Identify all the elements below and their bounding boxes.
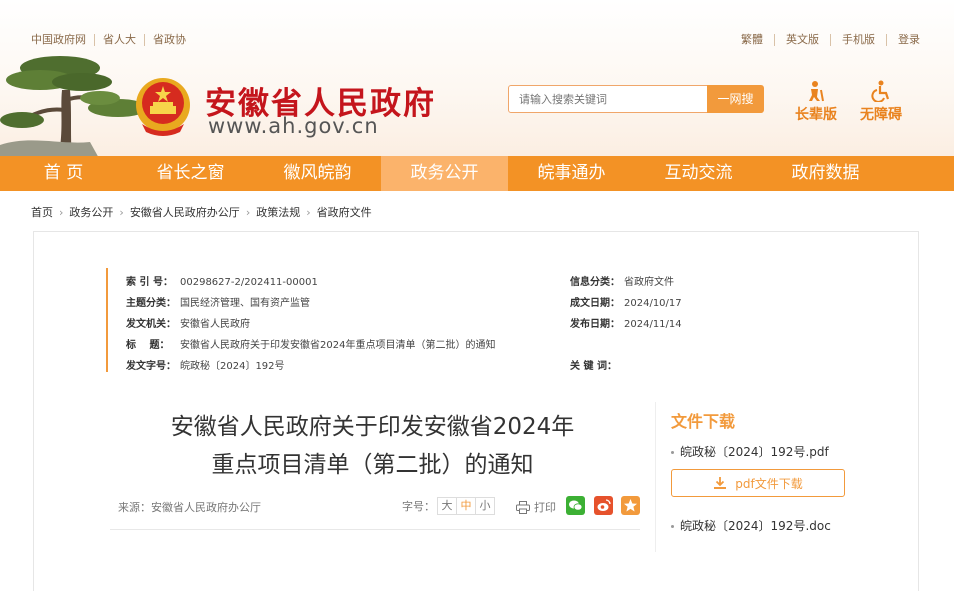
pdf-download-button[interactable]: pdf文件下载 bbox=[671, 469, 845, 497]
printer-icon bbox=[516, 500, 530, 514]
breadcrumb-policies[interactable]: 政策法规 bbox=[256, 204, 300, 220]
sidebar-divider bbox=[655, 402, 656, 552]
download-icon bbox=[714, 477, 727, 489]
national-emblem-icon bbox=[136, 78, 190, 136]
top-links-left: 中国政府网 省人大 省政协 bbox=[31, 34, 194, 46]
document-title-line2: 重点项目清单（第二批）的通知 bbox=[211, 452, 534, 478]
site-url: www.ah.gov.cn bbox=[208, 114, 379, 138]
nav-interaction[interactable]: 互动交流 bbox=[635, 156, 762, 191]
pdf-file-link[interactable]: 皖政秘〔2024〕192号.pdf bbox=[671, 443, 829, 460]
link-provincial-congress[interactable]: 省人大 bbox=[94, 34, 144, 46]
wheelchair-icon bbox=[871, 80, 890, 102]
breadcrumb-provincial-docs[interactable]: 省政府文件 bbox=[317, 204, 372, 220]
pdf-file-name: 皖政秘〔2024〕192号.pdf bbox=[680, 445, 829, 459]
weibo-share-icon[interactable] bbox=[594, 496, 613, 515]
meta-title: 标 题： 安徽省人民政府关于印发安徽省2024年重点项目清单（第二批）的通知 bbox=[126, 340, 496, 351]
site-header: 中国政府网 省人大 省政协 繁體 英文版 手机版 登录 安徽省人民政府 www.… bbox=[0, 0, 954, 156]
meta-published-date: 发布日期： 2024/11/14 bbox=[570, 319, 682, 330]
font-size-label: 字号： bbox=[402, 500, 435, 513]
document-metadata: 索 引 号： 00298627-2/202411-00001 主题分类： 国民经济管… bbox=[106, 268, 808, 372]
meta-keywords: 关 键 词： bbox=[570, 361, 617, 372]
print-button[interactable]: 打印 bbox=[516, 499, 556, 515]
main-nav: 首 页 省长之窗 徽风皖韵 政务公开 皖事通办 互动交流 政府数据 bbox=[0, 156, 954, 191]
wechat-share-icon[interactable] bbox=[566, 496, 585, 515]
chevron-right-icon: › bbox=[306, 205, 311, 219]
nav-home[interactable]: 首 页 bbox=[0, 156, 127, 191]
meta-written-date: 成文日期： 2024/10/17 bbox=[570, 298, 682, 309]
search-button[interactable]: 一网搜 bbox=[707, 85, 764, 113]
print-label: 打印 bbox=[534, 501, 556, 514]
font-size-medium[interactable]: 中 bbox=[456, 497, 476, 515]
chevron-right-icon: › bbox=[245, 205, 251, 219]
accessibility-button[interactable]: 无障碍 bbox=[851, 80, 911, 124]
meta-doc-number: 发文字号： 皖政秘〔2024〕192号 bbox=[126, 361, 285, 372]
title-divider bbox=[110, 529, 640, 530]
doc-file-name: 皖政秘〔2024〕192号.doc bbox=[680, 519, 831, 533]
search-box bbox=[508, 85, 708, 113]
search-input[interactable] bbox=[517, 87, 701, 113]
font-size-selector: 字号： 大 中 小 bbox=[402, 497, 495, 515]
pdf-download-label: pdf文件下载 bbox=[735, 476, 803, 491]
elderly-icon bbox=[809, 81, 824, 102]
document-title: 安徽省人民政府关于印发安徽省2024年 重点项目清单（第二批）的通知 bbox=[110, 408, 635, 484]
doc-file-link[interactable]: 皖政秘〔2024〕192号.doc bbox=[671, 517, 831, 534]
link-provincial-cppcc[interactable]: 省政协 bbox=[144, 34, 194, 46]
accessibility-label: 无障碍 bbox=[860, 107, 902, 123]
link-traditional-chinese[interactable]: 繁體 bbox=[730, 34, 774, 46]
bullet-icon bbox=[671, 525, 674, 528]
link-china-gov[interactable]: 中国政府网 bbox=[31, 34, 94, 46]
meta-index: 索 引 号： 00298627-2/202411-00001 bbox=[126, 277, 318, 288]
font-size-small[interactable]: 小 bbox=[475, 497, 495, 515]
favorite-star-icon[interactable] bbox=[621, 496, 640, 515]
link-mobile[interactable]: 手机版 bbox=[830, 34, 886, 46]
nav-governor[interactable]: 省长之窗 bbox=[127, 156, 254, 191]
nav-gov-data[interactable]: 政府数据 bbox=[762, 156, 889, 191]
breadcrumb: 首页 › 政务公开 › 安徽省人民政府办公厅 › 政策法规 › 省政府文件 bbox=[31, 204, 372, 220]
chevron-right-icon: › bbox=[119, 205, 124, 219]
document-title-line1: 安徽省人民政府关于印发安徽省2024年 bbox=[170, 414, 575, 440]
document-source: 来源：安徽省人民政府办公厅 bbox=[118, 501, 261, 514]
bullet-icon bbox=[671, 451, 674, 454]
chevron-right-icon: › bbox=[59, 205, 64, 219]
elderly-mode-label: 长辈版 bbox=[795, 107, 837, 123]
meta-topic: 主题分类： 国民经济管理、国有资产监管 bbox=[126, 298, 310, 309]
link-login[interactable]: 登录 bbox=[886, 34, 920, 46]
breadcrumb-office[interactable]: 安徽省人民政府办公厅 bbox=[130, 204, 240, 220]
elderly-mode-button[interactable]: 长辈版 bbox=[786, 80, 846, 124]
nav-culture[interactable]: 徽风皖韵 bbox=[254, 156, 381, 191]
download-section-title: 文件下载 bbox=[671, 412, 736, 431]
breadcrumb-gov-affairs[interactable]: 政务公开 bbox=[69, 204, 113, 220]
meta-info-category: 信息分类： 省政府文件 bbox=[570, 277, 674, 288]
link-english[interactable]: 英文版 bbox=[774, 34, 830, 46]
top-links-right: 繁體 英文版 手机版 登录 bbox=[730, 34, 920, 46]
nav-gov-affairs[interactable]: 政务公开 bbox=[381, 156, 508, 191]
breadcrumb-home[interactable]: 首页 bbox=[31, 204, 53, 220]
nav-services[interactable]: 皖事通办 bbox=[508, 156, 635, 191]
font-size-large[interactable]: 大 bbox=[437, 497, 457, 515]
meta-issuer: 发文机关： 安徽省人民政府 bbox=[126, 319, 250, 330]
